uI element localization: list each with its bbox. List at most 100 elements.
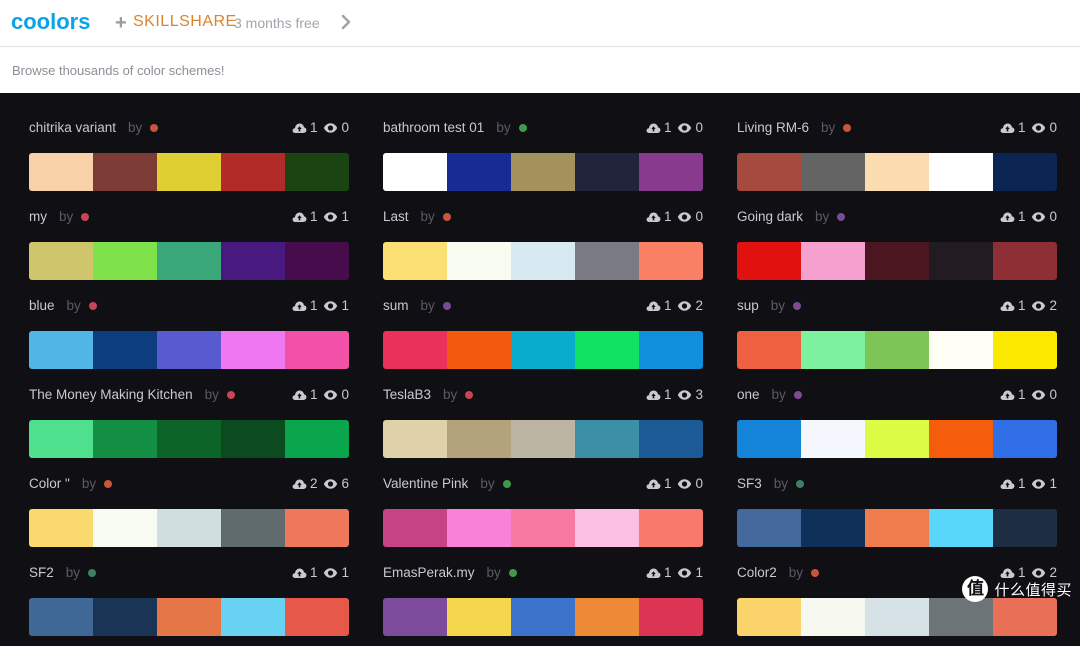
color-swatch[interactable]: [801, 242, 865, 280]
color-swatch[interactable]: [447, 420, 511, 458]
color-swatch[interactable]: [221, 509, 285, 547]
palette-title[interactable]: Going dark: [737, 209, 803, 224]
color-swatch[interactable]: [383, 420, 447, 458]
author-avatar-dot[interactable]: [837, 213, 846, 221]
color-swatch[interactable]: [383, 242, 447, 280]
palette-swatches[interactable]: [383, 598, 703, 636]
palette-card[interactable]: The Money Making Kitchen by 1 0: [29, 379, 349, 468]
palette-name[interactable]: SF3 by: [737, 475, 805, 493]
color-swatch[interactable]: [575, 242, 639, 280]
palette-title[interactable]: sup: [737, 298, 759, 313]
color-swatch[interactable]: [865, 420, 929, 458]
color-swatch[interactable]: [929, 420, 993, 458]
author-avatar-dot[interactable]: [796, 480, 805, 488]
author-avatar-dot[interactable]: [793, 302, 802, 310]
author-avatar-dot[interactable]: [104, 480, 113, 488]
palette-card[interactable]: SF3 by 1 1: [737, 468, 1057, 557]
palette-swatches[interactable]: [29, 598, 349, 636]
author-avatar-dot[interactable]: [793, 391, 802, 399]
palette-name[interactable]: SF2 by: [29, 564, 97, 582]
color-swatch[interactable]: [29, 420, 93, 458]
palette-swatches[interactable]: [29, 242, 349, 280]
author-avatar-dot[interactable]: [442, 213, 451, 221]
palette-card[interactable]: Valentine Pink by 1 0: [383, 468, 703, 557]
color-swatch[interactable]: [221, 153, 285, 191]
palette-title[interactable]: my: [29, 209, 47, 224]
color-swatch[interactable]: [865, 509, 929, 547]
color-swatch[interactable]: [639, 331, 703, 369]
color-swatch[interactable]: [801, 420, 865, 458]
palette-name[interactable]: The Money Making Kitchen by: [29, 386, 235, 404]
color-swatch[interactable]: [383, 598, 447, 636]
palette-card[interactable]: blue by 1 1: [29, 290, 349, 379]
color-swatch[interactable]: [575, 331, 639, 369]
like-icon[interactable]: [646, 300, 661, 312]
color-swatch[interactable]: [221, 420, 285, 458]
like-icon[interactable]: [292, 478, 307, 490]
author-avatar-dot[interactable]: [150, 124, 159, 132]
palette-name[interactable]: Color2 by: [737, 564, 820, 582]
palette-card[interactable]: Color " by 2 6: [29, 468, 349, 557]
color-swatch[interactable]: [157, 242, 221, 280]
color-swatch[interactable]: [221, 598, 285, 636]
color-swatch[interactable]: [447, 331, 511, 369]
color-swatch[interactable]: [93, 331, 157, 369]
author-avatar-dot[interactable]: [502, 480, 511, 488]
color-swatch[interactable]: [801, 509, 865, 547]
palette-name[interactable]: Valentine Pink by: [383, 475, 511, 493]
color-swatch[interactable]: [575, 420, 639, 458]
palette-swatches[interactable]: [737, 242, 1057, 280]
like-icon[interactable]: [1000, 300, 1015, 312]
color-swatch[interactable]: [801, 598, 865, 636]
color-swatch[interactable]: [511, 420, 575, 458]
palette-swatches[interactable]: [29, 509, 349, 547]
color-swatch[interactable]: [157, 153, 221, 191]
like-icon[interactable]: [646, 478, 661, 490]
palette-name[interactable]: sum by: [383, 297, 451, 315]
color-swatch[interactable]: [285, 242, 349, 280]
like-icon[interactable]: [646, 122, 661, 134]
author-avatar-dot[interactable]: [508, 569, 517, 577]
palette-swatches[interactable]: [737, 509, 1057, 547]
palette-swatches[interactable]: [383, 153, 703, 191]
palette-card[interactable]: TeslaB3 by 1 3: [383, 379, 703, 468]
palette-name[interactable]: EmasPerak.my by: [383, 564, 517, 582]
color-swatch[interactable]: [383, 509, 447, 547]
color-swatch[interactable]: [737, 242, 801, 280]
palette-card[interactable]: bathroom test 01 by 1 0: [383, 112, 703, 201]
coolors-logo[interactable]: coolors: [11, 9, 90, 35]
palette-title[interactable]: sum: [383, 298, 409, 313]
color-swatch[interactable]: [93, 420, 157, 458]
palette-card[interactable]: sup by 1 2: [737, 290, 1057, 379]
color-swatch[interactable]: [383, 331, 447, 369]
color-swatch[interactable]: [29, 598, 93, 636]
color-swatch[interactable]: [157, 509, 221, 547]
palette-title[interactable]: Color ": [29, 476, 70, 491]
color-swatch[interactable]: [157, 598, 221, 636]
color-swatch[interactable]: [221, 331, 285, 369]
color-swatch[interactable]: [93, 509, 157, 547]
color-swatch[interactable]: [639, 598, 703, 636]
color-swatch[interactable]: [737, 331, 801, 369]
color-swatch[interactable]: [639, 242, 703, 280]
palette-name[interactable]: one by: [737, 386, 802, 404]
palette-swatches[interactable]: [737, 153, 1057, 191]
color-swatch[interactable]: [511, 331, 575, 369]
author-avatar-dot[interactable]: [442, 302, 451, 310]
palette-card[interactable]: SF2 by 1 1: [29, 557, 349, 646]
palette-name[interactable]: blue by: [29, 297, 97, 315]
color-swatch[interactable]: [447, 242, 511, 280]
color-swatch[interactable]: [737, 153, 801, 191]
like-icon[interactable]: [1000, 478, 1015, 490]
color-swatch[interactable]: [285, 598, 349, 636]
like-icon[interactable]: [646, 567, 661, 579]
palette-swatches[interactable]: [383, 509, 703, 547]
palette-name[interactable]: my by: [29, 208, 90, 226]
color-swatch[interactable]: [865, 331, 929, 369]
color-swatch[interactable]: [157, 420, 221, 458]
palette-title[interactable]: bathroom test 01: [383, 120, 484, 135]
color-swatch[interactable]: [93, 598, 157, 636]
like-icon[interactable]: [292, 300, 307, 312]
author-avatar-dot[interactable]: [465, 391, 474, 399]
like-icon[interactable]: [292, 567, 307, 579]
